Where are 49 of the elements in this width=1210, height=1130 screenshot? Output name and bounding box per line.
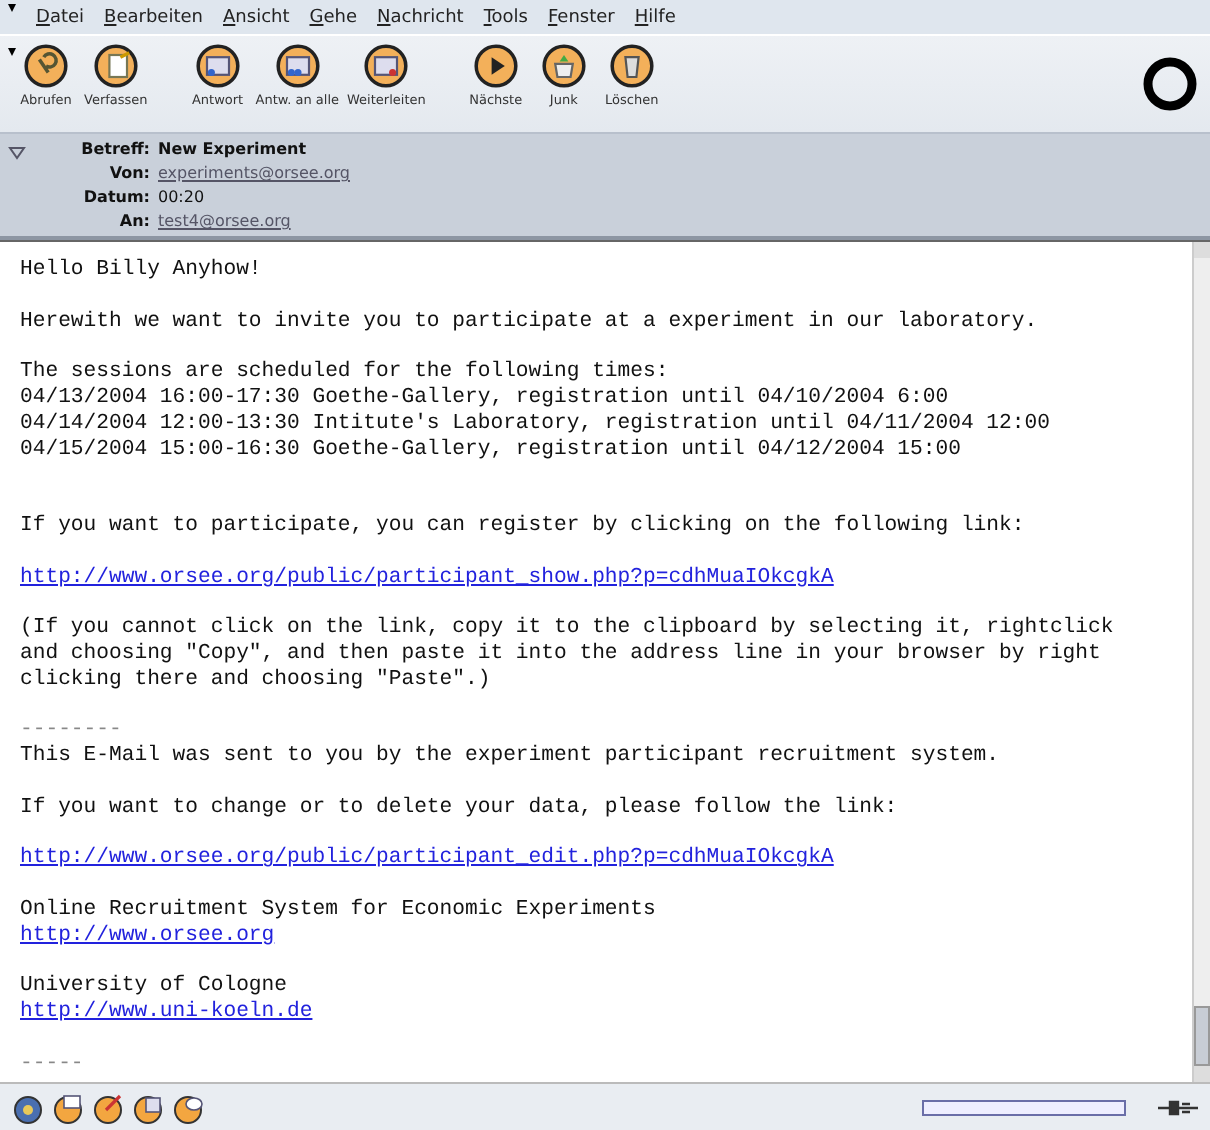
field-label: Betreff: <box>79 140 150 158</box>
reply-all-icon <box>275 44 320 88</box>
message-text: Hello Billy Anyhow! <box>20 258 262 284</box>
message-text: This E-Mail was sent to you by the experiment participant recruitment system. <box>20 744 1000 770</box>
field-label: An: <box>117 212 150 230</box>
message-text: Herewith we want to invite you to participate at a experiment in our laboratory. <box>20 309 1038 335</box>
message-text: (If you cannot click on the link, copy it to the clipboard by selecting it, rightclick <box>20 616 1114 642</box>
menu-item[interactable]: Nachricht <box>377 7 464 27</box>
email-link[interactable]: experiments@orsee.org <box>158 164 350 182</box>
link[interactable]: http://www.uni-koeln.de <box>20 1000 313 1026</box>
link[interactable]: http://www.orsee.org/public/participant_show.php?p=cdhMuaIOkcgkA <box>20 565 834 591</box>
scrollbar[interactable] <box>1192 242 1210 1082</box>
message-text: 04/14/2004 12:00-13:30 Intitute's Laboratory, registration until 04/11/2004 12:00 <box>20 411 1050 438</box>
message-text: clicking there and choosing "Paste".) <box>20 667 491 694</box>
field-label: Von: <box>107 164 150 182</box>
junk-icon <box>541 44 586 88</box>
field-value: 00:20 <box>158 188 207 206</box>
expander-icon[interactable] <box>8 146 26 160</box>
reply-icon <box>195 44 240 88</box>
trash-icon <box>609 44 654 88</box>
toolbar-grip[interactable] <box>8 4 16 12</box>
menu-item[interactable]: Tools <box>483 7 528 27</box>
menu-item[interactable]: Ansicht <box>223 7 290 27</box>
message-text: University of Cologne <box>20 974 288 1000</box>
signature-separator: -------- <box>20 718 122 744</box>
signature-separator: ----- <box>20 1051 84 1077</box>
menu-item[interactable]: Datei <box>36 7 85 27</box>
next-icon <box>473 44 518 88</box>
link[interactable]: http://www.orsee.org/public/participant_edit.php?p=cdhMuaIOkcgkA <box>20 846 834 873</box>
menu-item[interactable]: Gehe <box>309 7 358 27</box>
forward-icon <box>364 44 409 88</box>
field-label: Datum: <box>81 188 150 206</box>
link[interactable]: http://www.orsee.org <box>20 923 275 950</box>
toolbar-grip[interactable] <box>8 48 16 56</box>
note-icon <box>93 44 138 88</box>
message-text: 04/13/2004 16:00-17:30 Goethe-Gallery, registration until 04/10/2004 6:00 <box>20 385 949 412</box>
message-text: If you want to change or to delete your data, please follow the link: <box>20 795 898 822</box>
email-link[interactable]: test4@orsee.org <box>158 212 291 230</box>
message-text: The sessions are scheduled for the following times: <box>20 360 669 386</box>
menu-item[interactable]: Fenster <box>547 7 615 27</box>
message-text: If you want to participate, you can register by clicking on the following link: <box>20 513 1025 540</box>
message-text: 04/15/2004 15:00-16:30 Goethe-Gallery, registration until 04/12/2004 15:00 <box>20 437 961 463</box>
menu-item[interactable]: Hilfe <box>634 7 676 27</box>
plug-icon[interactable] <box>1158 1098 1198 1118</box>
message-text: and choosing "Copy", and then paste it into the address line in your browser by right <box>20 641 1101 668</box>
throbber-icon <box>1142 56 1198 112</box>
field-value: New Experiment <box>158 140 309 158</box>
menu-item[interactable]: Bearbeiten <box>104 7 203 27</box>
message-text: Online Recruitment System for Economic Experiments <box>20 897 656 924</box>
